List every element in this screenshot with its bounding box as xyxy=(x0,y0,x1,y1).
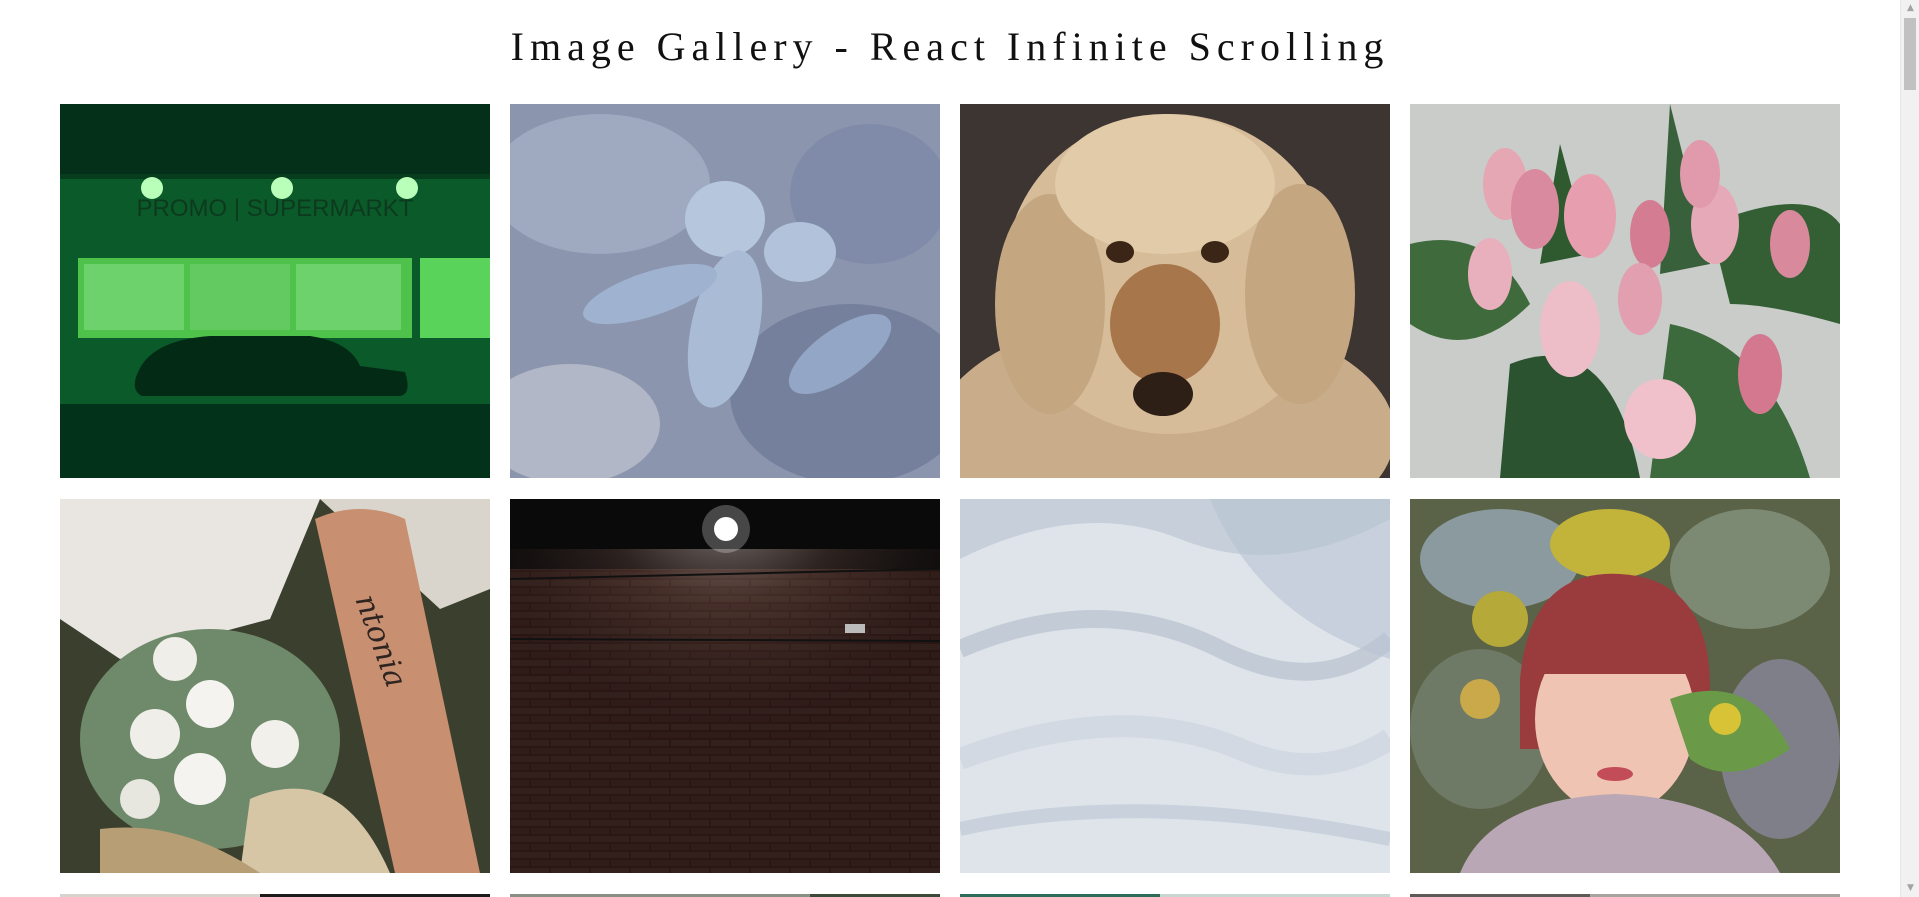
gallery-page: Image Gallery - React Infinite Scrolling… xyxy=(0,0,1900,897)
scrollbar-thumb[interactable] xyxy=(1904,18,1916,90)
gallery-image-brick-wall[interactable] xyxy=(510,499,940,873)
vertical-scrollbar[interactable]: ▲ ▼ xyxy=(1900,0,1919,897)
scroll-up-arrow-icon[interactable]: ▲ xyxy=(1901,0,1919,17)
gallery-image-supermarket[interactable]: PROMO | SUPERMARKT xyxy=(60,104,490,478)
gallery-image-dog[interactable] xyxy=(960,104,1390,478)
page-title: Image Gallery - React Infinite Scrolling xyxy=(510,24,1390,69)
gallery-image-tattoo-bouquet[interactable]: ntonia xyxy=(60,499,490,873)
gallery-image-cactus[interactable] xyxy=(510,104,940,478)
scroll-down-arrow-icon[interactable]: ▼ xyxy=(1901,880,1919,897)
gallery-image-snow-dunes[interactable] xyxy=(960,499,1390,873)
gallery-image-woman-flowers[interactable] xyxy=(1410,499,1840,873)
storefront-sign: PROMO | SUPERMARKT xyxy=(137,195,414,222)
gallery-image-tulips[interactable] xyxy=(1410,104,1840,478)
